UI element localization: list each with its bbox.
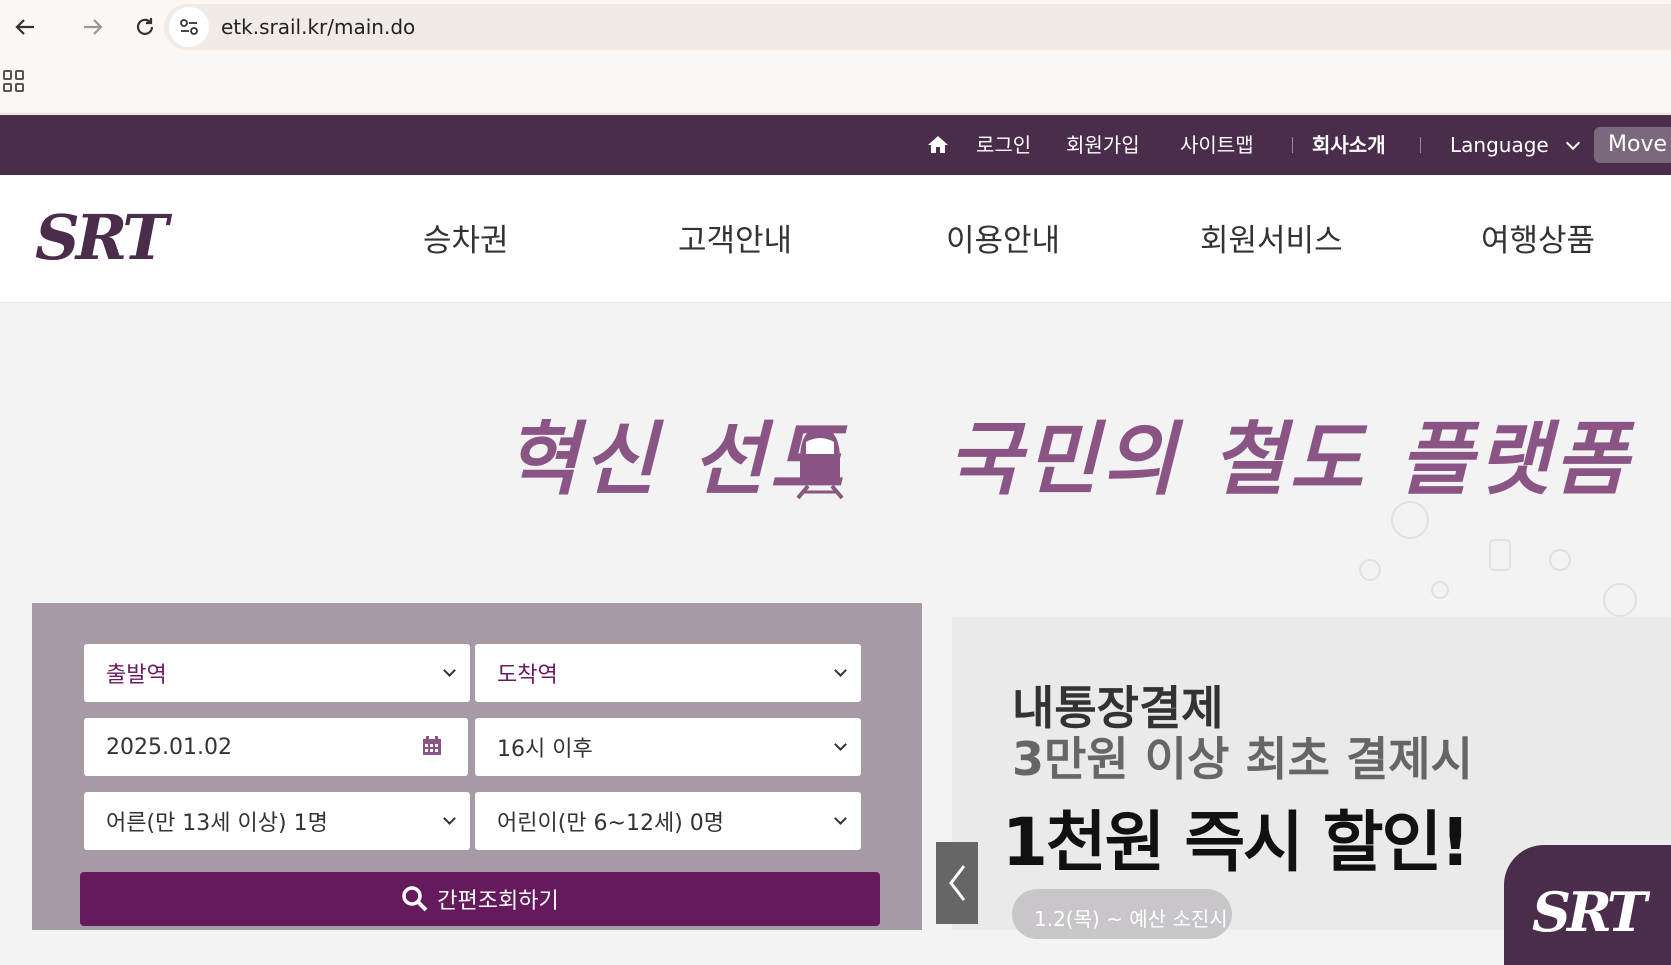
gnb-item-guide[interactable]: 이용안내 [946, 215, 1060, 260]
main-navigation: SRT 승차권 고객안내 이용안내 회원서비스 여행상품 [0, 175, 1671, 303]
quick-search-button[interactable]: 간편조회하기 [80, 872, 880, 926]
slogan-right: 국민의 철도 플랫폼 [947, 412, 1632, 506]
calendar-icon[interactable] [422, 736, 442, 756]
banner-period-badge: 1.2(목) ~ 예산 소진시 [1012, 889, 1232, 939]
sitemap-link[interactable]: 사이트맵 [1180, 115, 1254, 175]
hero-slogan: 혁신 선도 국민의 철도 플랫폼 [505, 395, 1628, 515]
arrival-select[interactable]: 도착역 [475, 644, 861, 702]
divider [1420, 137, 1421, 153]
adult-count-select[interactable]: 어른(만 13세 이상) 1명 [84, 792, 470, 850]
svg-text:SRT: SRT [1532, 880, 1651, 944]
chevron-down-icon [1565, 135, 1581, 151]
search-icon [402, 886, 428, 912]
login-link[interactable]: 로그인 [976, 115, 1031, 175]
time-value: 16시 이후 [497, 737, 593, 762]
departure-label: 출발역 [106, 663, 167, 688]
svg-text:SRT: SRT [35, 207, 172, 267]
company-link[interactable]: 회사소개 [1312, 115, 1386, 175]
apps-grid-icon[interactable] [3, 70, 25, 92]
browser-toolbar: etk.srail.kr/main.do [0, 0, 1671, 54]
child-count-select[interactable]: 어린이(만 6~12세) 0명 [475, 792, 861, 850]
srt-logo[interactable]: SRT [33, 207, 203, 267]
search-button-label: 간편조회하기 [437, 889, 559, 914]
move-button[interactable]: Move [1594, 127, 1671, 163]
banner-headline-3: 1천원 즉시 할인! [1002, 804, 1470, 881]
child-value: 어린이(만 6~12세) 0명 [497, 811, 725, 836]
banner-srt-logo: SRT [1504, 845, 1671, 965]
language-select[interactable]: Language [1450, 115, 1549, 175]
train-icon [796, 428, 844, 500]
promo-banner[interactable]: 내통장결제 3만원 이상 최초 결제시 1천원 즉시 할인! 1.2(목) ~ … [952, 617, 1671, 965]
back-button[interactable] [0, 0, 50, 54]
signup-link[interactable]: 회원가입 [1066, 115, 1140, 175]
reload-icon [136, 18, 154, 35]
date-value: 2025.01.02 [106, 734, 232, 760]
chevron-down-icon [834, 664, 847, 677]
gnb-item-travel[interactable]: 여행상품 [1481, 215, 1595, 260]
chevron-down-icon [834, 812, 847, 825]
address-bar[interactable]: etk.srail.kr/main.do [164, 4, 1671, 50]
arrow-right-icon [84, 19, 103, 35]
gnb-item-member[interactable]: 회원서비스 [1200, 215, 1343, 260]
chevron-left-icon [949, 865, 966, 901]
time-select[interactable]: 16시 이후 [475, 718, 861, 776]
arrival-label: 도착역 [497, 663, 558, 688]
home-icon[interactable] [926, 133, 950, 157]
chevron-down-icon [443, 812, 456, 825]
departure-select[interactable]: 출발역 [84, 644, 470, 702]
decorative-icons [1359, 501, 1637, 617]
url-text: etk.srail.kr/main.do [221, 15, 416, 39]
banner-prev-button[interactable] [936, 842, 978, 924]
reload-button[interactable] [120, 0, 170, 54]
arrow-left-icon [15, 19, 34, 35]
site-info-icon[interactable] [169, 7, 209, 47]
chevron-down-icon [834, 738, 847, 751]
divider [1292, 137, 1293, 153]
srt-logo: SRT [1532, 880, 1655, 944]
gnb-item-ticket[interactable]: 승차권 [423, 215, 509, 260]
gnb-item-customer[interactable]: 고객안내 [678, 215, 792, 260]
chevron-down-icon [443, 664, 456, 677]
utility-bar: 로그인 회원가입 사이트맵 회사소개 Language Move [0, 115, 1671, 175]
banner-headline-2: 3만원 이상 최초 결제시 [1012, 732, 1473, 786]
adult-value: 어른(만 13세 이상) 1명 [106, 811, 328, 836]
bookmarks-bar [0, 54, 1671, 114]
forward-button[interactable] [68, 0, 118, 54]
date-input[interactable]: 2025.01.02 [84, 718, 468, 776]
